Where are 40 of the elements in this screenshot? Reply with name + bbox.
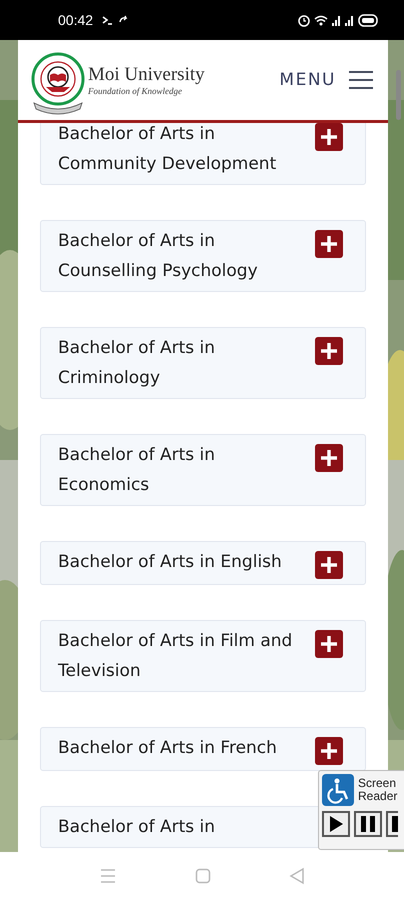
programme-card[interactable]: Bachelor of Arts in Economics — [40, 434, 366, 506]
programme-card[interactable]: Bachelor of Arts in Film and Television — [40, 620, 366, 692]
programme-card[interactable]: Bachelor of Arts in English — [40, 541, 366, 585]
signal-icon — [345, 13, 354, 27]
programme-card[interactable]: Bachelor of Arts in French — [40, 727, 366, 771]
wheelchair-icon[interactable] — [322, 774, 354, 806]
programme-title: Bachelor of Arts in French — [58, 737, 278, 760]
play-icon[interactable] — [322, 811, 350, 837]
scrollbar[interactable] — [396, 70, 401, 120]
programme-title: Bachelor of Arts in Film and Television — [58, 630, 294, 683]
screen-reader-label: Reader — [358, 790, 398, 803]
university-logo[interactable] — [30, 51, 86, 115]
expand-icon[interactable] — [315, 737, 343, 765]
programme-title: Bachelor of Arts in — [58, 816, 216, 839]
programme-card[interactable]: Bachelor of Arts in Community Development — [40, 123, 366, 185]
signal-icon — [332, 13, 341, 27]
expand-icon[interactable] — [315, 551, 343, 579]
battery-icon — [358, 13, 378, 27]
status-time: 00:42 — [58, 12, 94, 28]
programme-card[interactable]: Bachelor of Arts in Criminology — [40, 327, 366, 399]
university-tagline: Foundation of Knowledge — [88, 86, 183, 96]
programme-title: Bachelor of Arts in Economics — [58, 444, 216, 497]
alarm-icon — [298, 13, 310, 27]
pause-icon[interactable] — [354, 811, 382, 837]
expand-icon[interactable] — [315, 630, 343, 658]
expand-icon[interactable] — [315, 123, 343, 151]
expand-icon[interactable] — [315, 230, 343, 258]
programme-title: Bachelor of Arts in Criminology — [58, 337, 216, 390]
expand-icon[interactable] — [315, 444, 343, 472]
menu-button[interactable]: MENU — [279, 70, 336, 90]
programme-title: Bachelor of Arts in Community Development — [58, 123, 278, 176]
university-name: Moi University — [88, 64, 205, 86]
programme-title: Bachelor of Arts in Counselling Psychology — [58, 230, 259, 283]
programme-title: Bachelor of Arts in English — [58, 551, 283, 574]
menu-icon[interactable] — [348, 70, 374, 90]
expand-icon[interactable] — [315, 337, 343, 365]
wifi-icon — [314, 13, 328, 27]
stop-icon[interactable] — [386, 811, 398, 837]
programme-card[interactable]: Bachelor of Arts in Counselling Psychology — [40, 220, 366, 292]
screen-reader-label: Screen — [358, 777, 398, 790]
